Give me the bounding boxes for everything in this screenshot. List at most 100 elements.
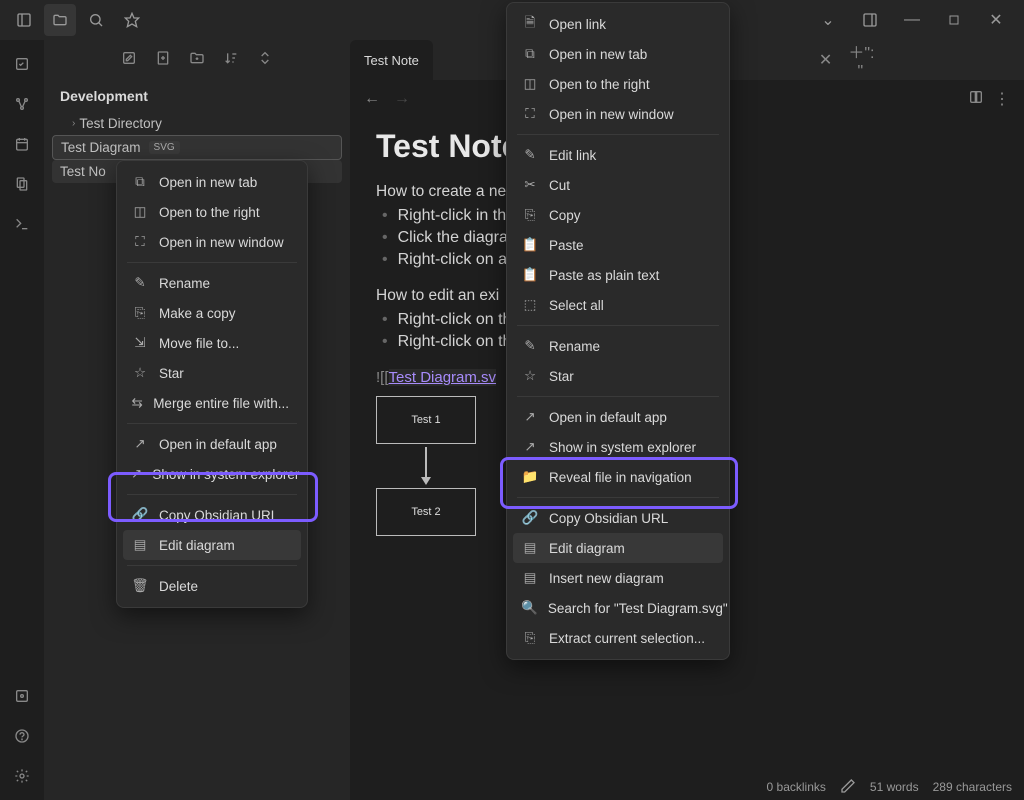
chevron-right-icon: ›	[72, 118, 75, 129]
vault-title[interactable]: Development	[44, 80, 350, 112]
extract-icon: ⎘	[521, 629, 539, 647]
nav-forward-icon[interactable]: →	[394, 90, 410, 108]
menu-star[interactable]: ☆Star	[123, 358, 301, 388]
menu-copy-url[interactable]: 🔗Copy Obsidian URL	[513, 503, 723, 533]
window-icon: ⛶	[521, 105, 539, 123]
window-icon: ⛶	[131, 233, 149, 251]
vault-icon[interactable]	[6, 680, 38, 712]
scissors-icon: ✂	[521, 176, 539, 194]
link-icon: 🔗	[521, 509, 539, 527]
status-bar: 0 backlinks 51 words 289 characters	[755, 774, 1024, 800]
menu-open-right[interactable]: ◫Open to the right	[123, 197, 301, 227]
merge-icon: ⇆	[131, 394, 143, 412]
external-icon: ↗	[131, 465, 142, 483]
template-icon[interactable]	[6, 168, 38, 200]
close-icon[interactable]: ✕	[976, 5, 1016, 35]
menu-open-window[interactable]: ⛶Open in new window	[513, 99, 723, 129]
file-icon: 🗎	[521, 15, 539, 33]
menu-move-file[interactable]: ⇲Move file to...	[123, 328, 301, 358]
split-icon: ◫	[521, 75, 539, 93]
menu-cut[interactable]: ✂Cut	[513, 170, 723, 200]
quick-switcher-icon[interactable]	[6, 48, 38, 80]
menu-paste-plain[interactable]: 📋Paste as plain text	[513, 260, 723, 290]
pencil-icon: ✎	[131, 274, 149, 292]
folder-plus-icon[interactable]	[189, 50, 205, 71]
menu-open-new-tab[interactable]: ⧉Open in new tab	[513, 39, 723, 69]
new-folder-icon[interactable]	[155, 50, 171, 71]
menu-copy-url[interactable]: 🔗Copy Obsidian URL	[123, 500, 301, 530]
more-icon[interactable]: ⋮	[994, 89, 1010, 110]
file-badge: SVG	[149, 141, 180, 154]
menu-default-app[interactable]: ↗Open in default app	[513, 402, 723, 432]
minimize-icon[interactable]: —	[892, 5, 932, 35]
star-icon[interactable]	[116, 4, 148, 36]
diagram-icon: ▤	[131, 536, 149, 554]
diagram-node: Test 1	[376, 396, 476, 444]
menu-edit-diagram[interactable]: ▤Edit diagram	[513, 533, 723, 563]
files-icon[interactable]	[44, 4, 76, 36]
search-icon: 🔍	[521, 599, 538, 617]
diagram-icon: ▤	[521, 569, 539, 587]
daily-note-icon[interactable]	[6, 128, 38, 160]
nav-back-icon[interactable]: ←	[364, 90, 380, 108]
settings-icon[interactable]	[6, 760, 38, 792]
pencil-icon: ✎	[521, 337, 539, 355]
menu-reveal[interactable]: 📁Reveal file in navigation	[513, 462, 723, 492]
external-icon: ↗	[131, 435, 149, 453]
tab-close-icon[interactable]: ✕	[819, 50, 832, 70]
help-icon[interactable]	[6, 720, 38, 752]
diagram-node: Test 2	[376, 488, 476, 536]
menu-extract[interactable]: ⎘Extract current selection...	[513, 623, 723, 653]
backlinks-count[interactable]: 0 backlinks	[767, 780, 826, 794]
external-icon: ↗	[521, 438, 539, 456]
menu-paste[interactable]: 📋Paste	[513, 230, 723, 260]
menu-insert-diagram[interactable]: ▤Insert new diagram	[513, 563, 723, 593]
sort-icon[interactable]	[223, 50, 239, 71]
menu-search[interactable]: 🔍Search for "Test Diagram.svg"	[513, 593, 723, 623]
menu-default-app[interactable]: ↗Open in default app	[123, 429, 301, 459]
menu-edit-link[interactable]: ✎Edit link	[513, 140, 723, 170]
maximize-icon[interactable]	[934, 5, 974, 35]
external-icon: ↗	[521, 408, 539, 426]
menu-merge[interactable]: ⇆Merge entire file with...	[123, 388, 301, 418]
menu-open-link[interactable]: 🗎Open link	[513, 9, 723, 39]
menu-system-explorer[interactable]: ↗Show in system explorer	[513, 432, 723, 462]
copy-icon: ⎘	[131, 304, 149, 322]
menu-open-right[interactable]: ◫Open to the right	[513, 69, 723, 99]
menu-edit-diagram[interactable]: ▤Edit diagram	[123, 530, 301, 560]
clipboard-icon: 📋	[521, 236, 539, 254]
word-count: 51 words	[870, 780, 919, 794]
menu-system-explorer[interactable]: ↗Show in system explorer	[123, 459, 301, 489]
collapse-icon[interactable]	[257, 50, 273, 71]
menu-rename[interactable]: ✎Rename	[123, 268, 301, 298]
plus-square-icon: ⧉	[521, 45, 539, 63]
diagram-arrow	[376, 444, 476, 488]
menu-make-copy[interactable]: ⎘Make a copy	[123, 298, 301, 328]
menu-copy[interactable]: ⎘Copy	[513, 200, 723, 230]
menu-delete[interactable]: 🗑Delete	[123, 571, 301, 601]
edit-icon[interactable]	[840, 778, 856, 797]
search-icon[interactable]	[80, 4, 112, 36]
graph-icon[interactable]	[6, 88, 38, 120]
menu-open-window[interactable]: ⛶Open in new window	[123, 227, 301, 257]
chevron-down-icon[interactable]: ⌄	[808, 5, 848, 35]
sidebar-right-icon[interactable]	[850, 5, 890, 35]
tree-folder[interactable]: ›Test Directory	[52, 112, 342, 135]
tab-active[interactable]: Test Note	[350, 40, 433, 80]
tree-file-selected[interactable]: Test DiagramSVG	[52, 135, 342, 160]
new-note-icon[interactable]	[121, 50, 137, 71]
star-icon: ☆	[131, 364, 149, 382]
select-icon: ⬚	[521, 296, 539, 314]
ribbon	[0, 40, 44, 800]
menu-star[interactable]: ☆Star	[513, 361, 723, 391]
clipboard-icon: 📋	[521, 266, 539, 284]
copy-icon: ⎘	[521, 206, 539, 224]
reading-mode-icon[interactable]	[968, 89, 984, 110]
menu-select-all[interactable]: ⬚Select all	[513, 290, 723, 320]
menu-rename[interactable]: ✎Rename	[513, 331, 723, 361]
command-icon[interactable]	[6, 208, 38, 240]
star-icon: ☆	[521, 367, 539, 385]
new-tab-icon[interactable]: ＋": "	[848, 39, 872, 81]
menu-open-new-tab[interactable]: ⧉Open in new tab	[123, 167, 301, 197]
collapse-sidebar-icon[interactable]	[8, 4, 40, 36]
